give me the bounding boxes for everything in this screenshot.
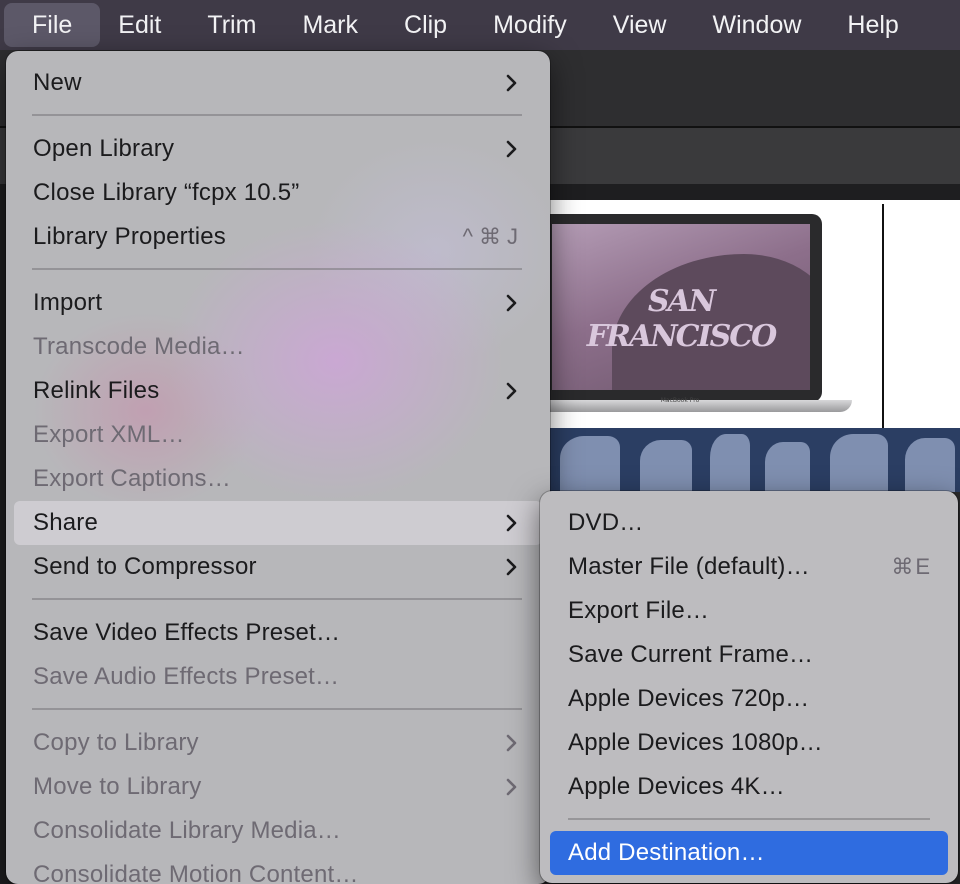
menu-item-label: Consolidate Library Media… [33, 817, 342, 844]
menu-item-new[interactable]: New [14, 61, 542, 105]
submenu-item-add-destination[interactable]: Add Destination… [550, 831, 948, 875]
menubar-view[interactable]: View [599, 3, 695, 47]
menu-bar: File Edit Trim Mark Clip Modify View Win… [0, 0, 960, 50]
menu-item-transcode-media[interactable]: Transcode Media… [14, 325, 542, 369]
menubar-file[interactable]: File [4, 3, 101, 47]
submenu-item-label: Apple Devices 4K… [568, 773, 785, 800]
submenu-item-master-file[interactable]: Master File (default)… ⌘E [550, 545, 948, 589]
submenu-item-label: Apple Devices 1080p… [568, 729, 823, 756]
menu-item-label: Import [33, 289, 103, 316]
shortcut-label: ^⌘J [462, 224, 524, 249]
share-submenu: DVD… Master File (default)… ⌘E Export Fi… [540, 491, 958, 883]
laptop-display: SAN FRANCISCO [552, 224, 810, 390]
submenu-item-save-current-frame[interactable]: Save Current Frame… [550, 633, 948, 677]
menubar-mark[interactable]: Mark [288, 3, 386, 47]
chevron-right-icon [500, 512, 522, 534]
menubar-modify[interactable]: Modify [479, 3, 595, 47]
menu-item-label: Relink Files [33, 377, 160, 404]
submenu-item-label: DVD… [568, 509, 644, 536]
menubar-window[interactable]: Window [698, 3, 829, 47]
waveform-peak [905, 438, 955, 492]
waveform-peak [640, 440, 692, 492]
submenu-item-label: Export File… [568, 597, 710, 624]
menu-item-share[interactable]: Share [14, 501, 542, 545]
submenu-item-apple-devices-720p[interactable]: Apple Devices 720p… [550, 677, 948, 721]
waveform-peak [830, 434, 888, 492]
menu-item-label: Transcode Media… [33, 333, 245, 360]
submenu-item-label: Apple Devices 720p… [568, 685, 810, 712]
file-menu: New Open Library Close Library “fcpx 10.… [6, 51, 550, 884]
chevron-right-icon [500, 556, 522, 578]
chevron-right-icon [500, 138, 522, 160]
waveform-peak [765, 442, 810, 492]
viewer-divider [882, 204, 884, 428]
menu-item-export-xml[interactable]: Export XML… [14, 413, 542, 457]
submenu-item-label: Master File (default)… [568, 553, 810, 580]
menu-item-label: Save Video Effects Preset… [33, 619, 341, 646]
menu-item-label: Open Library [33, 135, 175, 162]
menu-item-save-audio-effects-preset[interactable]: Save Audio Effects Preset… [14, 655, 542, 699]
submenu-item-export-file[interactable]: Export File… [550, 589, 948, 633]
menu-separator [32, 114, 522, 116]
menu-separator [32, 598, 522, 600]
menu-item-label: Share [33, 509, 99, 536]
menu-item-label: Send to Compressor [33, 553, 257, 580]
submenu-separator [568, 818, 930, 820]
menu-item-label: Consolidate Motion Content… [33, 861, 359, 884]
menu-item-label: Library Properties [33, 223, 227, 250]
menu-item-label: Move to Library [33, 773, 202, 800]
shortcut-label: ⌘E [891, 554, 932, 579]
submenu-item-apple-devices-1080p[interactable]: Apple Devices 1080p… [550, 721, 948, 765]
submenu-item-label: Save Current Frame… [568, 641, 814, 668]
menu-separator [32, 268, 522, 270]
menu-item-consolidate-motion-content[interactable]: Consolidate Motion Content… [14, 853, 542, 884]
menu-separator [32, 708, 522, 710]
menu-item-label: Export Captions… [33, 465, 231, 492]
submenu-item-label: Add Destination… [568, 839, 765, 866]
menu-item-label: New [33, 69, 82, 96]
menu-item-label: Save Audio Effects Preset… [33, 663, 340, 690]
waveform-peak [710, 434, 750, 492]
menu-item-close-library[interactable]: Close Library “fcpx 10.5” [14, 171, 542, 215]
menu-item-export-captions[interactable]: Export Captions… [14, 457, 542, 501]
menu-item-relink-files[interactable]: Relink Files [14, 369, 542, 413]
laptop-image: SAN FRANCISCO [540, 214, 822, 402]
laptop-brand-label: MacBook Pro [660, 397, 700, 404]
menu-item-move-to-library[interactable]: Move to Library [14, 765, 542, 809]
menu-item-library-properties[interactable]: Library Properties ^⌘J [14, 215, 542, 259]
submenu-item-apple-devices-4k[interactable]: Apple Devices 4K… [550, 765, 948, 809]
submenu-item-dvd[interactable]: DVD… [550, 501, 948, 545]
menu-item-copy-to-library[interactable]: Copy to Library [14, 721, 542, 765]
chevron-right-icon [500, 72, 522, 94]
menu-item-import[interactable]: Import [14, 281, 542, 325]
chevron-right-icon [500, 732, 522, 754]
audio-waveform[interactable] [540, 428, 960, 492]
chevron-right-icon [500, 776, 522, 798]
video-viewer[interactable]: SAN FRANCISCO MacBook Pro [532, 200, 960, 428]
chevron-right-icon [500, 292, 522, 314]
menubar-edit[interactable]: Edit [104, 3, 189, 47]
menu-item-send-to-compressor[interactable]: Send to Compressor [14, 545, 542, 589]
viewer-overlay-text: SAN FRANCISCO [586, 284, 778, 354]
chevron-right-icon [500, 380, 522, 402]
menu-item-label: Export XML… [33, 421, 185, 448]
menu-item-label: Close Library “fcpx 10.5” [33, 179, 300, 206]
menubar-help[interactable]: Help [833, 3, 926, 47]
menu-item-save-video-effects-preset[interactable]: Save Video Effects Preset… [14, 611, 542, 655]
menubar-clip[interactable]: Clip [390, 3, 475, 47]
menu-item-consolidate-library-media[interactable]: Consolidate Library Media… [14, 809, 542, 853]
menu-item-label: Copy to Library [33, 729, 199, 756]
waveform-peak [560, 436, 620, 492]
menu-item-open-library[interactable]: Open Library [14, 127, 542, 171]
menubar-trim[interactable]: Trim [193, 3, 284, 47]
